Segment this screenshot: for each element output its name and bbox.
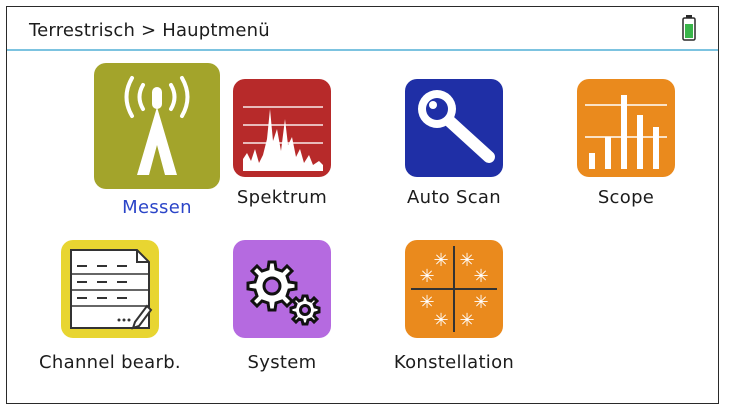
svg-text:✳: ✳ — [473, 292, 488, 313]
magnifier-icon — [405, 79, 503, 177]
menu-item-konstellation[interactable]: ✳ ✳ ✳ ✳ ✳ ✳ ✳ ✳ Konstellation — [364, 240, 544, 373]
menu-item-label: Channel bearb. — [39, 352, 181, 373]
menu-item-label: Spektrum — [236, 187, 328, 208]
menu-item-label: System — [247, 352, 317, 373]
svg-text:✳: ✳ — [419, 292, 434, 313]
menu-item-label: Auto Scan — [407, 187, 501, 208]
gears-icon — [233, 240, 331, 338]
header-bar: Terrestrisch > Hauptmenü — [7, 7, 718, 51]
channel-list-icon — [61, 240, 159, 338]
menu-item-auto-scan[interactable]: Auto Scan — [364, 79, 544, 208]
breadcrumb: Terrestrisch > Hauptmenü — [29, 20, 270, 41]
menu-item-system[interactable]: System — [192, 240, 372, 373]
svg-text:✳: ✳ — [459, 310, 474, 331]
menu-item-label: Scope — [597, 187, 655, 208]
battery-full-icon — [682, 15, 696, 41]
constellation-icon: ✳ ✳ ✳ ✳ ✳ ✳ ✳ ✳ — [405, 240, 503, 338]
svg-text:✳: ✳ — [419, 266, 434, 287]
menu-item-label: Konstellation — [393, 352, 515, 373]
menu-item-channel-bearb[interactable]: Channel bearb. — [20, 240, 200, 373]
bar-chart-icon — [577, 79, 675, 177]
menu-item-scope[interactable]: Scope — [536, 79, 716, 208]
screen-frame: Terrestrisch > Hauptmenü Messen Spektrum… — [6, 6, 719, 404]
svg-text:✳: ✳ — [473, 266, 488, 287]
svg-text:✳: ✳ — [459, 250, 474, 271]
menu-item-spektrum[interactable]: Spektrum — [192, 79, 372, 208]
svg-text:✳: ✳ — [433, 250, 448, 271]
svg-text:✳: ✳ — [433, 310, 448, 331]
spectrum-icon — [233, 79, 331, 177]
